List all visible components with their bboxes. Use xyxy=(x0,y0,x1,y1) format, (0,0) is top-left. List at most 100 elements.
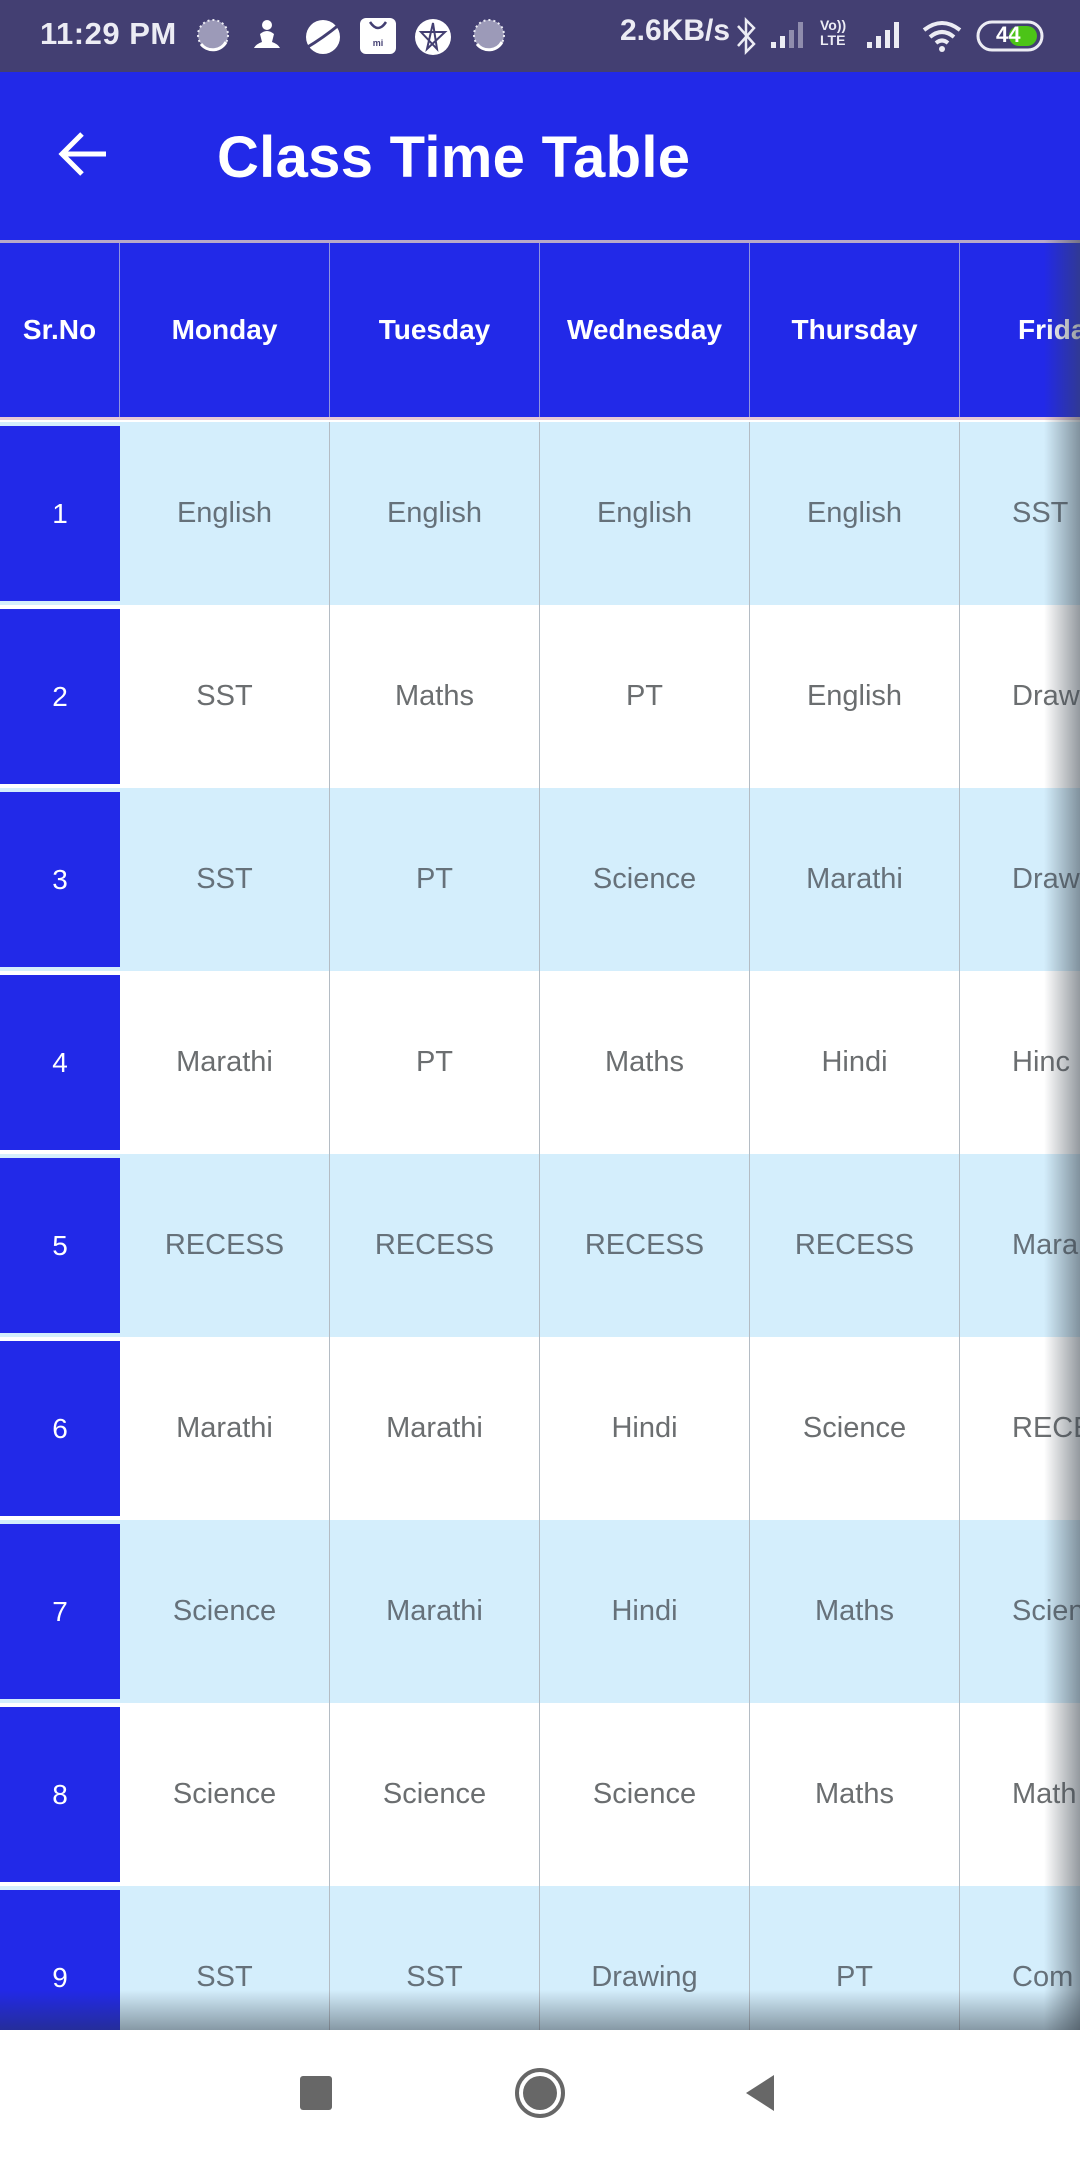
cell-friday[interactable]: Com xyxy=(960,1886,1080,2030)
status-bar: 11:29 PM mi 2.6KB/s Vo)) LTE 44 xyxy=(0,0,1080,72)
table-row[interactable]: 1 English English English English SST xyxy=(0,422,1080,605)
cell-thursday[interactable]: Science xyxy=(750,1337,960,1520)
volte-icon: Vo)) LTE xyxy=(820,18,860,52)
srno-cell: 6 xyxy=(0,1341,120,1516)
table-row[interactable]: 9 SST SST Drawing PT Com xyxy=(0,1886,1080,2030)
back-triangle-icon xyxy=(740,2073,780,2118)
cell-wednesday[interactable]: Hindi xyxy=(540,1520,750,1703)
home-circle-icon xyxy=(514,2067,566,2124)
cell-tuesday[interactable]: Maths xyxy=(330,605,540,788)
header-wednesday: Wednesday xyxy=(540,243,750,417)
battery-level: 44 xyxy=(996,22,1021,47)
cell-tuesday[interactable]: PT xyxy=(330,971,540,1154)
srno-cell: 2 xyxy=(0,609,120,784)
navigation-bar xyxy=(0,2030,1080,2160)
cell-monday[interactable]: Marathi xyxy=(120,1337,330,1520)
wifi-icon xyxy=(920,18,964,52)
cell-tuesday[interactable]: Science xyxy=(330,1703,540,1886)
table-row[interactable]: 7 Science Marathi Hindi Maths Scien xyxy=(0,1520,1080,1703)
network-speed: 2.6KB/s xyxy=(620,14,731,47)
timetable[interactable]: Sr.No Monday Tuesday Wednesday Thursday … xyxy=(0,240,1080,2030)
volte-top-label: Vo)) xyxy=(820,17,847,33)
cell-thursday[interactable]: Maths xyxy=(750,1703,960,1886)
cell-monday[interactable]: SST xyxy=(120,605,330,788)
cell-friday[interactable]: Mara xyxy=(960,1154,1080,1337)
header-friday: Frida xyxy=(1018,314,1080,345)
cell-monday[interactable]: English xyxy=(120,422,330,605)
meditation-app-icon xyxy=(250,18,284,52)
recents-button[interactable] xyxy=(276,2060,356,2130)
srno-cell: 5 xyxy=(0,1158,120,1333)
volte-bottom-label: LTE xyxy=(820,32,846,48)
table-row[interactable]: 3 SST PT Science Marathi Drawi xyxy=(0,788,1080,971)
cell-tuesday[interactable]: English xyxy=(330,422,540,605)
cell-friday[interactable]: RECE xyxy=(960,1337,1080,1520)
srno-cell: 7 xyxy=(0,1524,120,1699)
cell-friday[interactable]: Hinc xyxy=(960,971,1080,1154)
cell-tuesday[interactable]: RECESS xyxy=(330,1154,540,1337)
svg-text:mi: mi xyxy=(373,38,384,48)
cell-friday[interactable]: Math xyxy=(960,1703,1080,1886)
cell-monday[interactable]: Science xyxy=(120,1703,330,1886)
cell-monday[interactable]: Science xyxy=(120,1520,330,1703)
cell-wednesday[interactable]: Science xyxy=(540,788,750,971)
srno-cell: 8 xyxy=(0,1707,120,1882)
signal-strong-icon xyxy=(866,20,900,54)
table-row[interactable]: 8 Science Science Science Maths Math xyxy=(0,1703,1080,1886)
cell-monday[interactable]: RECESS xyxy=(120,1154,330,1337)
loading-circle-icon xyxy=(196,18,230,52)
cell-friday[interactable]: Drawi xyxy=(960,605,1080,788)
cell-monday[interactable]: SST xyxy=(120,788,330,971)
header-tuesday: Tuesday xyxy=(330,243,540,417)
cell-wednesday[interactable]: RECESS xyxy=(540,1154,750,1337)
table-row[interactable]: 5 RECESS RECESS RECESS RECESS Mara xyxy=(0,1154,1080,1337)
srno-cell: 3 xyxy=(0,792,120,967)
app-bar: Class Time Table xyxy=(0,72,1080,240)
cell-wednesday[interactable]: Hindi xyxy=(540,1337,750,1520)
cell-thursday[interactable]: English xyxy=(750,422,960,605)
cell-tuesday[interactable]: Marathi xyxy=(330,1520,540,1703)
table-row[interactable]: 6MarathiMarathiHindiScienceRECE xyxy=(0,1337,1080,1520)
header-monday: Monday xyxy=(120,243,330,417)
cell-tuesday[interactable]: Marathi xyxy=(330,1337,540,1520)
battery-icon: 44 xyxy=(976,20,1044,52)
header-thursday: Thursday xyxy=(750,243,960,417)
cell-tuesday[interactable]: PT xyxy=(330,788,540,971)
cell-wednesday[interactable]: Science xyxy=(540,1703,750,1886)
cell-thursday[interactable]: Maths xyxy=(750,1520,960,1703)
back-button[interactable] xyxy=(40,114,124,198)
cell-friday[interactable]: Drawi xyxy=(960,788,1080,971)
system-back-button[interactable] xyxy=(720,2060,800,2130)
cell-wednesday[interactable]: PT xyxy=(540,605,750,788)
table-row[interactable]: 2 SST Maths PT English Drawi xyxy=(0,605,1080,788)
star-app-icon xyxy=(414,18,451,55)
cell-wednesday[interactable]: Drawing xyxy=(540,1886,750,2030)
arrow-left-icon xyxy=(56,130,108,183)
cell-thursday[interactable]: English xyxy=(750,605,960,788)
loading-circle-icon xyxy=(472,18,506,52)
recents-square-icon xyxy=(299,2075,333,2116)
bluetooth-icon xyxy=(734,16,768,56)
cell-friday[interactable]: Scien xyxy=(960,1520,1080,1703)
cell-thursday[interactable]: RECESS xyxy=(750,1154,960,1337)
cell-thursday[interactable]: Marathi xyxy=(750,788,960,971)
cell-friday[interactable]: SST xyxy=(960,422,1080,605)
browser-planet-icon xyxy=(304,18,341,54)
cell-thursday[interactable]: PT xyxy=(750,1886,960,2030)
signal-weak-icon xyxy=(770,20,804,54)
cell-wednesday[interactable]: Maths xyxy=(540,971,750,1154)
cell-wednesday[interactable]: English xyxy=(540,422,750,605)
cell-thursday[interactable]: Hindi xyxy=(750,971,960,1154)
status-time: 11:29 PM xyxy=(40,16,177,51)
cell-monday[interactable]: Marathi xyxy=(120,971,330,1154)
home-button[interactable] xyxy=(500,2060,580,2130)
srno-cell: 1 xyxy=(0,426,120,601)
cell-monday[interactable]: SST xyxy=(120,1886,330,2030)
srno-cell: 9 xyxy=(0,1890,120,2030)
table-row[interactable]: 4 Marathi PT Maths Hindi Hinc xyxy=(0,971,1080,1154)
table-header-row: Sr.No Monday Tuesday Wednesday Thursday … xyxy=(0,240,1080,420)
srno-cell: 4 xyxy=(0,975,120,1150)
header-srno: Sr.No xyxy=(0,243,120,417)
mi-store-icon: mi xyxy=(360,18,396,54)
cell-tuesday[interactable]: SST xyxy=(330,1886,540,2030)
